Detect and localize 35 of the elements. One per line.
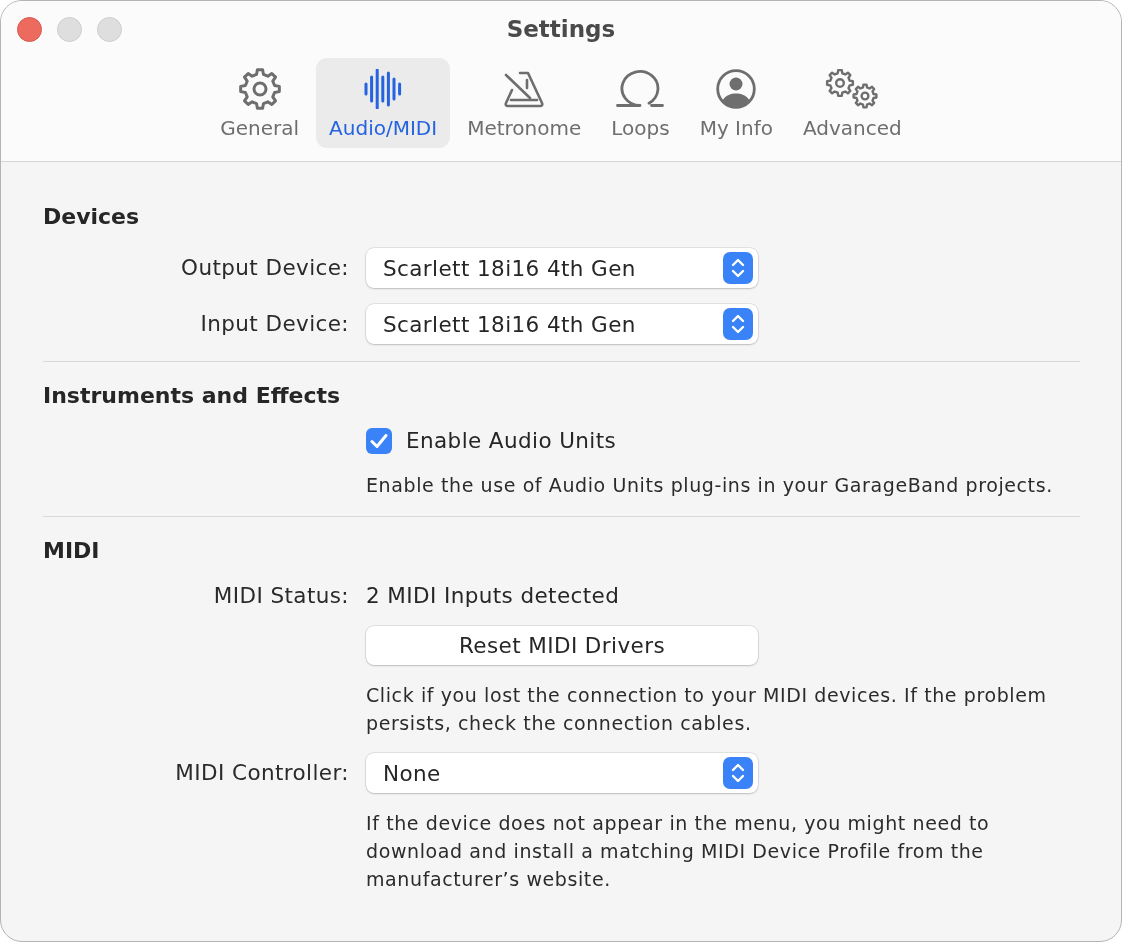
checkbox[interactable] bbox=[366, 428, 392, 454]
waveform-icon bbox=[364, 69, 403, 109]
tab[interactable]: Loops bbox=[598, 58, 683, 148]
help-text: If the device does not appear in the menu, you might need to download and install a matching MIDI Device Profile from the manufacturer’s website. bbox=[366, 811, 991, 892]
gear-icon bbox=[237, 67, 282, 111]
section-heading: Devices bbox=[43, 203, 141, 231]
close-button[interactable] bbox=[17, 16, 42, 42]
window-title: Settings bbox=[506, 15, 616, 44]
checkmark-icon bbox=[370, 433, 388, 449]
tab[interactable]: Audio/MIDI bbox=[316, 58, 451, 148]
field-label: MIDI Controller: bbox=[175, 759, 349, 787]
section-heading: Instruments and Effects bbox=[43, 382, 342, 410]
tab[interactable]: General bbox=[207, 58, 313, 148]
help-text: Click if you lost the connection to your MIDI devices. If the problem persists, check the connection cables. bbox=[366, 683, 1048, 736]
status-text: 2 MIDI Inputs detected bbox=[366, 582, 620, 610]
tab[interactable]: My Info bbox=[686, 58, 786, 148]
loop-icon bbox=[616, 69, 665, 109]
checkbox-label: Enable Audio Units bbox=[406, 427, 617, 455]
tab[interactable]: Advanced bbox=[789, 58, 915, 148]
dropdown-button[interactable]: Scarlett 18i16 4th Gen bbox=[366, 248, 758, 288]
gears-icon bbox=[824, 69, 881, 109]
chevron-updown-icon bbox=[723, 757, 753, 789]
help-text: Enable the use of Audio Units plug-ins in your GarageBand projects. bbox=[366, 473, 1054, 498]
tab[interactable]: Metronome bbox=[454, 58, 595, 148]
chevron-updown-icon bbox=[723, 308, 753, 340]
dropdown-button[interactable]: None bbox=[366, 753, 758, 793]
field-label: Output Device: bbox=[181, 254, 349, 282]
dropdown-button[interactable]: Scarlett 18i16 4th Gen bbox=[366, 304, 758, 344]
chevron-updown-icon bbox=[723, 252, 753, 284]
metronome-icon bbox=[503, 69, 546, 109]
field-label: MIDI Status: bbox=[213, 582, 349, 610]
person-circle-icon bbox=[715, 69, 758, 109]
reset-button[interactable]: Reset MIDI Drivers bbox=[366, 626, 758, 665]
field-label: Input Device: bbox=[200, 310, 349, 338]
section-heading: MIDI bbox=[43, 537, 101, 565]
